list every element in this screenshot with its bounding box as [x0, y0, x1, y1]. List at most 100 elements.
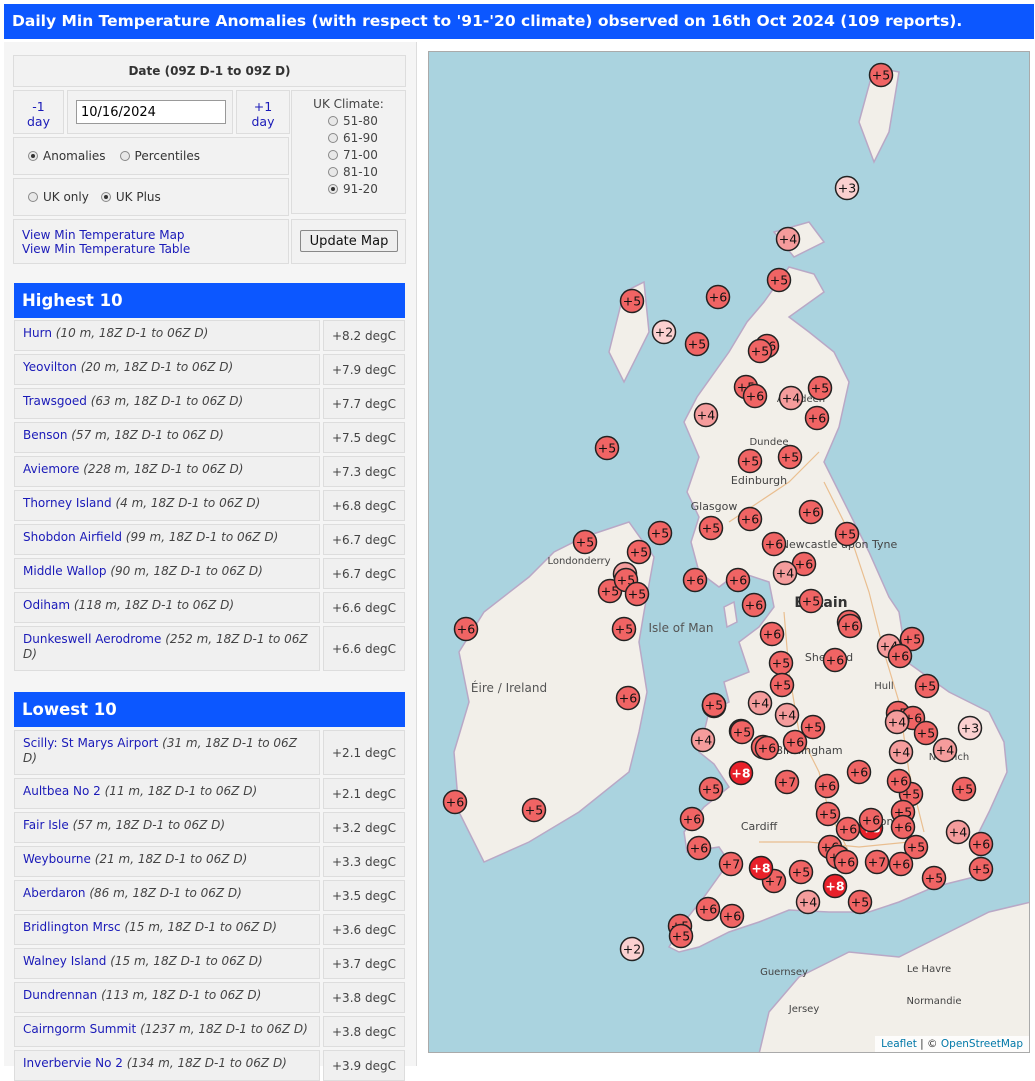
station-marker[interactable]: +4	[774, 702, 800, 728]
station-marker[interactable]: +5	[766, 267, 792, 293]
station-link[interactable]: Aviemore	[23, 462, 79, 476]
station-marker[interactable]: +3	[957, 715, 983, 741]
station-marker[interactable]: +5	[626, 539, 652, 565]
station-marker[interactable]: +5	[769, 672, 795, 698]
prev-day-label[interactable]: -1 day	[24, 99, 54, 129]
station-marker[interactable]: +4	[884, 709, 910, 735]
station-link[interactable]: Hurn	[23, 326, 52, 340]
station-marker[interactable]: +6	[886, 768, 912, 794]
station-link[interactable]: Dundrennan	[23, 988, 97, 1002]
station-marker[interactable]: +6	[837, 613, 863, 639]
station-marker[interactable]: +5	[619, 288, 645, 314]
station-marker[interactable]: +6	[814, 773, 840, 799]
station-marker[interactable]: +6	[798, 499, 824, 525]
climate-option-51-80[interactable]: 51-80	[292, 114, 405, 128]
station-marker[interactable]: +5	[807, 375, 833, 401]
station-marker[interactable]: +7	[774, 769, 800, 795]
station-marker[interactable]: +4	[888, 739, 914, 765]
station-marker[interactable]: +6	[679, 806, 705, 832]
station-marker[interactable]: +4	[932, 737, 958, 763]
station-marker[interactable]: +4	[693, 402, 719, 428]
station-link[interactable]: Odiham	[23, 598, 70, 612]
climate-option-71-00[interactable]: 71-00	[292, 148, 405, 162]
view-table-link[interactable]: View Min Temperature Table	[22, 242, 288, 256]
station-marker[interactable]: +5	[768, 650, 794, 676]
station-marker[interactable]: +6	[887, 643, 913, 669]
station-link[interactable]: Thorney Island	[23, 496, 112, 510]
climate-radio[interactable]	[328, 167, 338, 177]
station-marker[interactable]: +5	[747, 338, 773, 364]
station-link[interactable]: Fair Isle	[23, 818, 69, 832]
station-link[interactable]: Bridlington Mrsc	[23, 920, 121, 934]
station-marker[interactable]: +6	[442, 789, 468, 815]
station-marker[interactable]: +5	[698, 776, 724, 802]
station-marker[interactable]: +5	[611, 616, 637, 642]
uk-only-radio[interactable]	[28, 192, 38, 202]
station-marker[interactable]: +5	[701, 692, 727, 718]
station-link[interactable]: Middle Wallop	[23, 564, 107, 578]
uk-plus-radio[interactable]	[100, 192, 111, 202]
station-marker[interactable]: +4	[945, 819, 971, 845]
mode-anomalies-option[interactable]: Anomalies	[28, 149, 106, 163]
station-marker[interactable]: +7	[718, 851, 744, 877]
osm-link[interactable]: OpenStreetMap	[941, 1038, 1023, 1050]
station-marker[interactable]: +6	[742, 383, 768, 409]
climate-option-91-20[interactable]: 91-20	[292, 182, 405, 196]
station-marker[interactable]: +6	[741, 592, 767, 618]
station-marker[interactable]: +7	[864, 849, 890, 875]
station-link[interactable]: Scilly: St Marys Airport	[23, 736, 158, 750]
station-marker[interactable]: +6	[682, 567, 708, 593]
station-marker[interactable]: +6	[846, 759, 872, 785]
station-marker[interactable]: +6	[804, 405, 830, 431]
climate-radio[interactable]	[328, 116, 338, 126]
station-marker[interactable]: +6	[719, 903, 745, 929]
climate-option-81-10[interactable]: 81-10	[292, 165, 405, 179]
climate-option-61-90[interactable]: 61-90	[292, 131, 405, 145]
station-marker[interactable]: +6	[705, 284, 731, 310]
station-marker[interactable]: +5	[968, 856, 994, 882]
prev-day-link[interactable]: -1 day	[13, 90, 64, 134]
station-marker[interactable]: +5	[914, 673, 940, 699]
station-marker[interactable]: +8	[748, 855, 774, 881]
station-marker[interactable]: +4	[772, 560, 798, 586]
station-marker[interactable]: +6	[725, 567, 751, 593]
station-marker[interactable]: +4	[775, 226, 801, 252]
mode-percentiles-option[interactable]: Percentiles	[119, 149, 200, 163]
station-marker[interactable]: +6	[888, 851, 914, 877]
station-marker[interactable]: +5	[594, 435, 620, 461]
station-marker[interactable]: +5	[624, 581, 650, 607]
station-marker[interactable]: +6	[737, 506, 763, 532]
station-marker[interactable]: +5	[572, 529, 598, 555]
station-marker[interactable]: +4	[747, 690, 773, 716]
station-marker[interactable]: +5	[521, 797, 547, 823]
station-marker[interactable]: +5	[800, 714, 826, 740]
station-link[interactable]: Aberdaron	[23, 886, 86, 900]
date-input[interactable]	[76, 100, 226, 124]
region-uk-plus-option[interactable]: UK Plus	[100, 190, 161, 204]
station-link[interactable]: Aultbea No 2	[23, 784, 101, 798]
station-link[interactable]: Weybourne	[23, 852, 91, 866]
climate-radio[interactable]	[328, 133, 338, 143]
climate-radio[interactable]	[328, 150, 338, 160]
station-marker[interactable]: +5	[868, 62, 894, 88]
leaflet-link[interactable]: Leaflet	[881, 1038, 917, 1050]
station-marker[interactable]: +8	[728, 760, 754, 786]
station-marker[interactable]: +5	[834, 521, 860, 547]
station-marker[interactable]: +6	[759, 621, 785, 647]
map-canvas[interactable]: BritainÉire / IrelandIsle of ManEdinburg…	[429, 52, 1030, 1053]
station-marker[interactable]: +5	[668, 923, 694, 949]
station-marker[interactable]: +6	[833, 849, 859, 875]
station-marker[interactable]: +6	[695, 896, 721, 922]
station-marker[interactable]: +6	[968, 831, 994, 857]
station-marker[interactable]: +4	[690, 727, 716, 753]
station-marker[interactable]: +5	[777, 444, 803, 470]
station-link[interactable]: Shobdon Airfield	[23, 530, 122, 544]
station-marker[interactable]: +6	[453, 616, 479, 642]
station-marker[interactable]: +6	[754, 735, 780, 761]
station-marker[interactable]: +5	[815, 801, 841, 827]
station-marker[interactable]: +5	[737, 448, 763, 474]
station-link[interactable]: Benson	[23, 428, 67, 442]
station-marker[interactable]: +5	[798, 588, 824, 614]
station-link[interactable]: Inverbervie No 2	[23, 1056, 123, 1070]
station-link[interactable]: Cairngorm Summit	[23, 1022, 136, 1036]
